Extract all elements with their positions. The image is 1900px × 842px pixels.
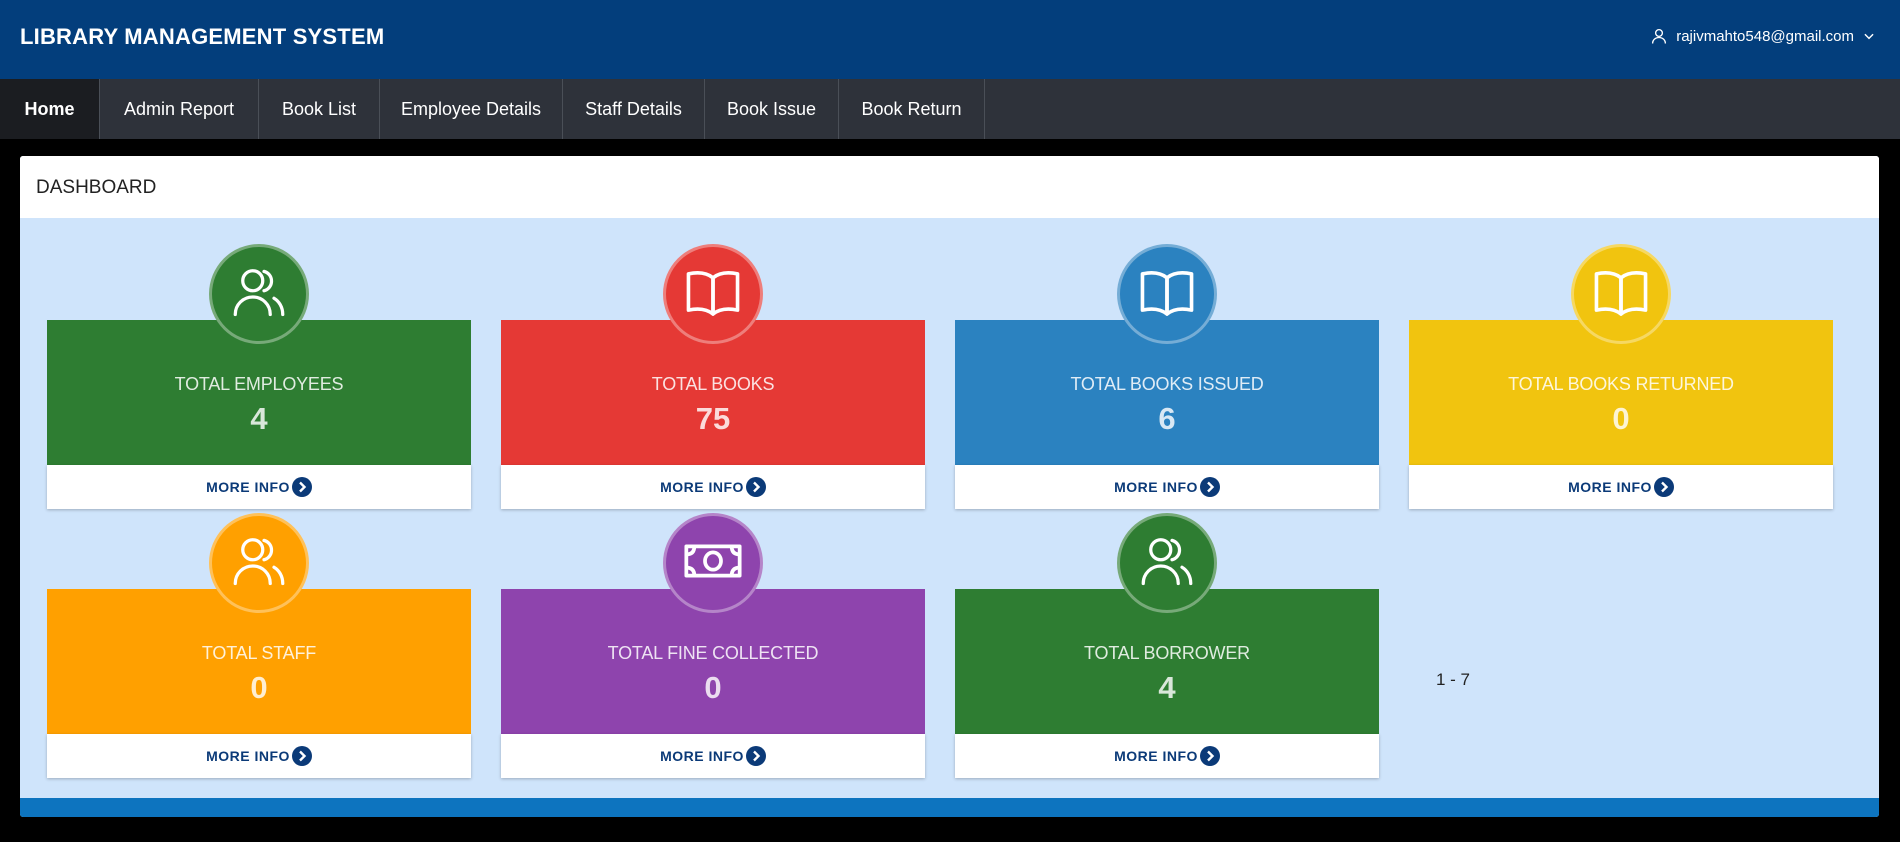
card-value: 6	[1158, 401, 1176, 436]
card-value: 0	[1612, 401, 1630, 436]
pagination-info: 1 - 7	[1436, 670, 1471, 689]
card-icon-circle	[663, 244, 763, 344]
card-total-books-returned: TOTAL BOOKS RETURNED 0 MORE INFO	[1409, 244, 1833, 509]
book-open-icon	[1136, 261, 1198, 328]
more-info-label: MORE INFO	[660, 479, 744, 495]
main-nav: Home Admin Report Book List Employee Det…	[0, 79, 1900, 139]
card-value: 0	[704, 670, 722, 705]
top-header: LIBRARY MANAGEMENT SYSTEM rajivmahto548@…	[0, 0, 1900, 79]
card-total-staff: TOTAL STAFF 0 MORE INFO	[47, 513, 471, 778]
card-value: 75	[695, 401, 731, 436]
chevron-right-circle-icon	[745, 746, 766, 766]
panel-footer-bar	[20, 798, 1879, 817]
card-icon-circle	[209, 244, 309, 344]
chevron-right-circle-icon	[291, 746, 312, 766]
more-info-label: MORE INFO	[1568, 479, 1652, 495]
chevron-right-circle-icon	[291, 477, 312, 497]
chevron-right-circle-icon	[1199, 477, 1220, 497]
more-info-label: MORE INFO	[1114, 748, 1198, 764]
users-icon	[1137, 531, 1197, 596]
nav-item-book-list[interactable]: Book List	[259, 79, 380, 139]
card-value: 0	[250, 670, 268, 705]
card-total-books-issued: TOTAL BOOKS ISSUED 6 MORE INFO	[955, 244, 1379, 509]
card-total-borrower: TOTAL BORROWER 4 MORE INFO	[955, 513, 1379, 778]
chevron-right-circle-icon	[745, 477, 766, 497]
book-open-icon	[682, 261, 744, 328]
card-label: TOTAL BOOKS RETURNED	[1508, 374, 1734, 394]
card-icon-circle	[1117, 513, 1217, 613]
more-info-link[interactable]: MORE INFO	[47, 734, 471, 778]
nav-item-admin-report[interactable]: Admin Report	[100, 79, 259, 139]
more-info-label: MORE INFO	[660, 748, 744, 764]
more-info-link[interactable]: MORE INFO	[501, 465, 925, 509]
more-info-link[interactable]: MORE INFO	[955, 465, 1379, 509]
card-icon-circle	[1571, 244, 1671, 344]
more-info-label: MORE INFO	[206, 479, 290, 495]
user-email: rajivmahto548@gmail.com	[1676, 27, 1854, 45]
nav-item-book-issue[interactable]: Book Issue	[705, 79, 839, 139]
card-total-employees: TOTAL EMPLOYEES 4 MORE INFO	[47, 244, 471, 509]
user-menu[interactable]: rajivmahto548@gmail.com	[1650, 27, 1876, 45]
users-icon	[229, 262, 289, 327]
users-icon	[229, 531, 289, 596]
more-info-link[interactable]: MORE INFO	[1409, 465, 1833, 509]
more-info-label: MORE INFO	[1114, 479, 1198, 495]
nav-item-employee-details[interactable]: Employee Details	[380, 79, 563, 139]
card-icon-circle	[209, 513, 309, 613]
more-info-link[interactable]: MORE INFO	[47, 465, 471, 509]
panel-header: DASHBOARD	[20, 156, 1879, 218]
more-info-link[interactable]: MORE INFO	[501, 734, 925, 778]
card-label: TOTAL BORROWER	[1084, 643, 1250, 663]
card-icon-circle	[1117, 244, 1217, 344]
nav-item-staff-details[interactable]: Staff Details	[563, 79, 705, 139]
money-icon	[681, 529, 745, 598]
nav-item-book-return[interactable]: Book Return	[839, 79, 985, 139]
card-total-fine-collected: TOTAL FINE COLLECTED 0 MORE INFO	[501, 513, 925, 778]
chevron-right-circle-icon	[1199, 746, 1220, 766]
card-label: TOTAL BOOKS	[651, 374, 775, 394]
app-title: LIBRARY MANAGEMENT SYSTEM	[20, 24, 385, 49]
chevron-right-circle-icon	[1653, 477, 1674, 497]
page-title: DASHBOARD	[36, 177, 157, 198]
card-label: TOTAL STAFF	[201, 643, 317, 663]
book-open-icon	[1590, 261, 1652, 328]
dashboard-panel: DASHBOARD TOTAL EMPLOYEES 4 MORE INFO TO…	[20, 156, 1879, 817]
card-total-books: TOTAL BOOKS 75 MORE INFO	[501, 244, 925, 509]
card-label: TOTAL FINE COLLECTED	[607, 643, 819, 663]
more-info-link[interactable]: MORE INFO	[955, 734, 1379, 778]
nav-item-home[interactable]: Home	[0, 79, 100, 139]
card-value: 4	[1158, 670, 1176, 705]
card-label: TOTAL BOOKS ISSUED	[1070, 374, 1264, 394]
more-info-label: MORE INFO	[206, 748, 290, 764]
card-icon-circle	[663, 513, 763, 613]
card-value: 4	[250, 401, 268, 436]
card-label: TOTAL EMPLOYEES	[174, 374, 344, 394]
chevron-down-icon	[1862, 29, 1876, 43]
user-icon	[1650, 27, 1668, 45]
